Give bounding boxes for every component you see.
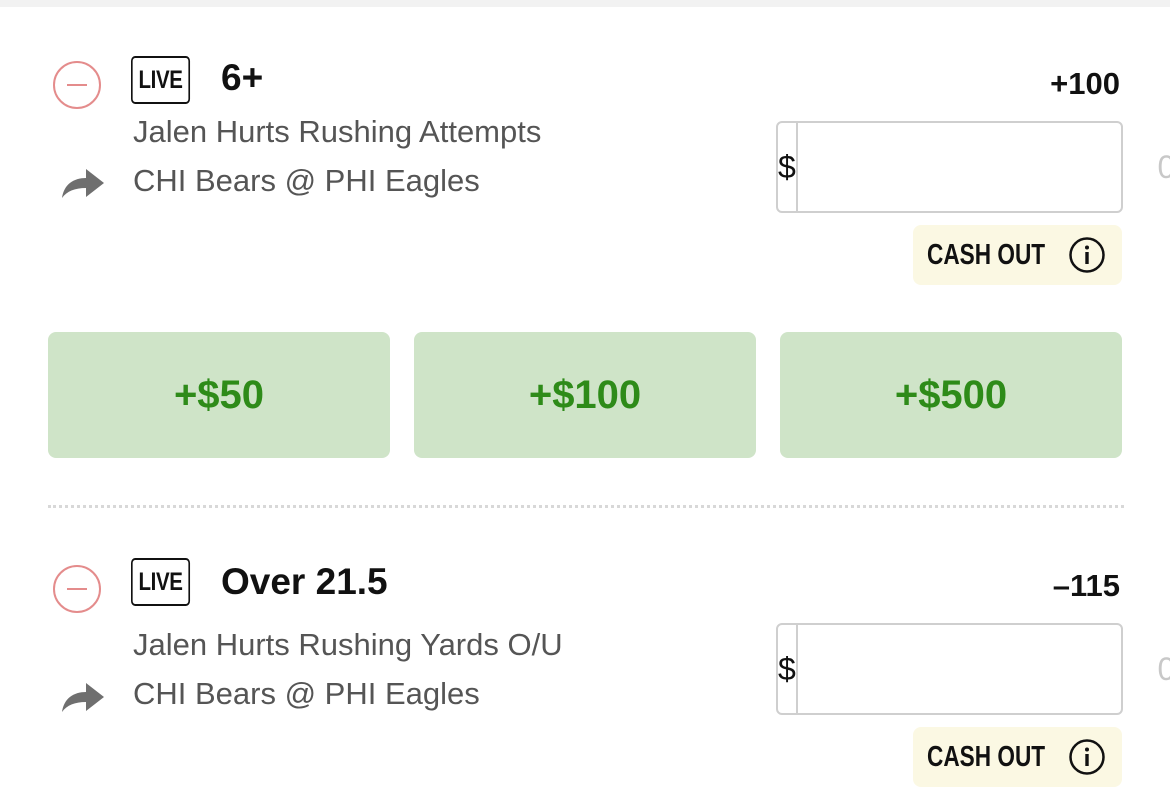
top-strip: [0, 0, 1170, 7]
bet-selection: Over 21.5: [221, 561, 388, 602]
stake-field[interactable]: $: [776, 121, 1170, 213]
live-badge: LIVE: [131, 558, 191, 606]
cash-out-label: CASH OUT: [927, 238, 1046, 271]
quick-stake-50-button[interactable]: +$50: [48, 332, 390, 458]
quick-stake-row: +$50 +$100 +$500: [48, 332, 1122, 458]
cash-out-button[interactable]: CASH OUT: [913, 225, 1122, 285]
bet-matchup: CHI Bears @ PHI Eagles: [133, 676, 480, 711]
cash-out-label: CASH OUT: [927, 740, 1046, 773]
cash-out-button[interactable]: CASH OUT: [913, 727, 1122, 787]
share-arrow-icon[interactable]: [60, 680, 106, 714]
stake-field[interactable]: $: [776, 623, 1170, 715]
stake-input[interactable]: [797, 123, 1170, 211]
bet-selection: 6+: [221, 57, 264, 98]
remove-bet-button[interactable]: [53, 565, 101, 613]
live-badge: LIVE: [131, 56, 191, 104]
remove-bet-button[interactable]: [53, 61, 101, 109]
quick-stake-100-button[interactable]: +$100: [414, 332, 756, 458]
bet-odds: –115: [1052, 568, 1120, 603]
currency-symbol: $: [778, 123, 798, 211]
share-arrow-icon[interactable]: [60, 166, 106, 200]
bet-market: Jalen Hurts Rushing Attempts: [133, 114, 542, 149]
stake-input[interactable]: [797, 625, 1170, 713]
minus-circle-icon: [67, 588, 87, 590]
bet-matchup: CHI Bears @ PHI Eagles: [133, 163, 480, 198]
bet-odds: +100: [1050, 66, 1120, 101]
quick-stake-500-button[interactable]: +$500: [780, 332, 1122, 458]
info-circle-icon[interactable]: [1068, 236, 1106, 274]
currency-symbol: $: [778, 625, 798, 713]
bet-divider: [48, 505, 1124, 508]
bet-market: Jalen Hurts Rushing Yards O/U: [133, 627, 563, 662]
minus-circle-icon: [67, 84, 87, 86]
info-circle-icon[interactable]: [1068, 738, 1106, 776]
